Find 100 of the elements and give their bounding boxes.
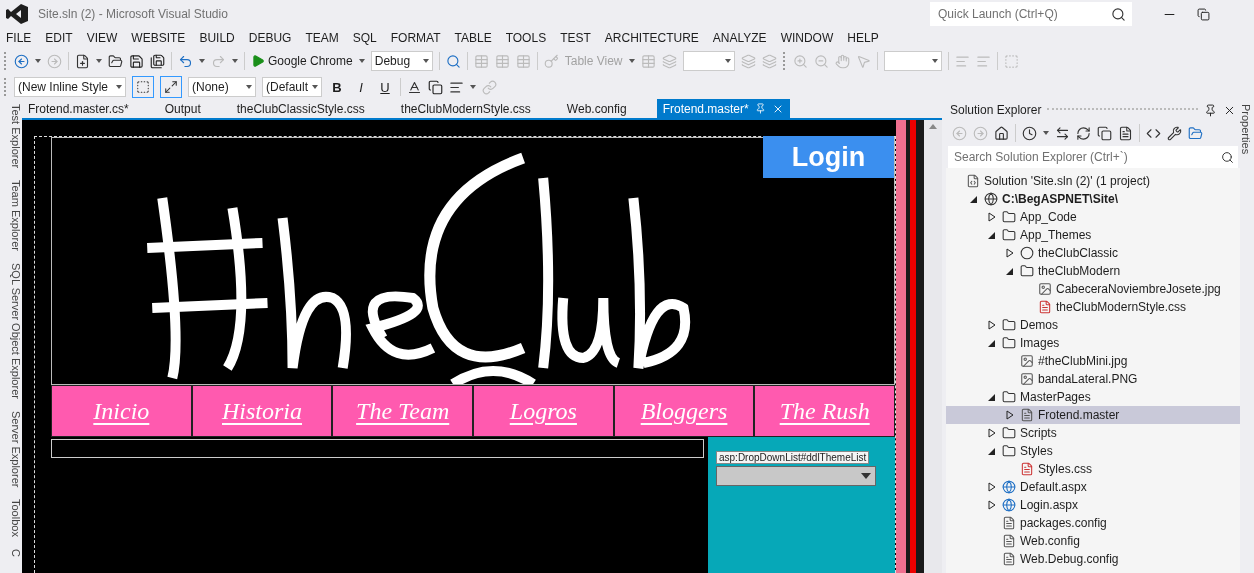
align-icon[interactable] xyxy=(449,79,464,95)
document-tab[interactable]: theClubClassicStyle.css xyxy=(230,99,371,118)
save-icon[interactable] xyxy=(129,53,144,69)
side-tab[interactable]: Toolbox xyxy=(0,499,22,538)
collapsed-arrow-icon[interactable] xyxy=(988,500,996,510)
tree-item[interactable]: App_Code xyxy=(946,208,1240,226)
refresh-icon[interactable] xyxy=(1076,125,1091,141)
collapsed-arrow-icon[interactable] xyxy=(988,320,996,330)
back-icon[interactable] xyxy=(14,53,29,69)
search-icon[interactable] xyxy=(1221,150,1234,164)
expanded-arrow-icon[interactable] xyxy=(988,392,996,402)
tree-item[interactable]: Login.aspx xyxy=(946,496,1240,514)
menu-item[interactable]: ANALYZE xyxy=(708,31,777,45)
open-icon[interactable] xyxy=(108,53,123,69)
expanded-arrow-icon[interactable] xyxy=(970,194,978,204)
scrollbar[interactable] xyxy=(924,120,942,573)
menu-item[interactable]: BUILD xyxy=(195,31,245,45)
tree-item[interactable]: App_Themes xyxy=(946,226,1240,244)
menu-item[interactable]: WINDOW xyxy=(776,31,844,45)
side-tab[interactable]: Team Explorer xyxy=(0,180,22,252)
document-tab[interactable]: Output xyxy=(158,99,207,118)
document-tab[interactable]: theClubModernStyle.css xyxy=(394,99,537,118)
quick-launch-field[interactable]: Quick Launch (Ctrl+Q) xyxy=(930,2,1132,26)
tree-item[interactable]: C:\BegASPNET\Site\ xyxy=(946,190,1240,208)
save-all-icon[interactable] xyxy=(150,53,165,69)
side-tab[interactable]: Properties xyxy=(1240,104,1252,573)
undo-icon[interactable] xyxy=(178,53,193,69)
menu-item[interactable]: VIEW xyxy=(82,31,128,45)
document-tab[interactable]: Web.config xyxy=(560,99,633,118)
side-tab[interactable]: C xyxy=(0,549,22,558)
toggle-button[interactable] xyxy=(160,76,182,98)
tree-item[interactable]: packages.config xyxy=(946,514,1240,532)
tree-item[interactable]: Web.config xyxy=(946,532,1240,550)
tree-item[interactable]: CabeceraNoviembreJosete.jpg xyxy=(946,280,1240,298)
menu-item[interactable]: TABLE xyxy=(450,31,502,45)
font-color-icon[interactable] xyxy=(407,79,422,95)
underline-button[interactable]: U xyxy=(376,79,394,95)
side-tab[interactable]: Test Explorer xyxy=(0,104,22,169)
history-icon[interactable] xyxy=(1022,125,1037,141)
style-dropdown[interactable]: (New Inline Style xyxy=(14,77,126,97)
configuration-dropdown[interactable]: Debug xyxy=(370,51,433,71)
menu-item[interactable]: WEBSITE xyxy=(127,31,196,45)
document-tab[interactable]: Frotend.master* xyxy=(656,99,790,118)
collapsed-arrow-icon[interactable] xyxy=(1006,248,1014,258)
tree-item[interactable]: Demos xyxy=(946,316,1240,334)
menu-item[interactable]: DEBUG xyxy=(244,31,302,45)
properties-icon[interactable] xyxy=(1167,125,1182,141)
find-icon[interactable] xyxy=(445,53,461,69)
expanded-arrow-icon[interactable] xyxy=(988,446,996,456)
tree-item[interactable]: Solution 'Site.sln (2)' (1 project) xyxy=(946,172,1240,190)
tree-item[interactable]: Styles xyxy=(946,442,1240,460)
pin-icon[interactable] xyxy=(754,103,766,114)
search-icon[interactable] xyxy=(1111,6,1126,22)
menu-item[interactable]: EDIT xyxy=(41,31,83,45)
collapse-all-icon[interactable] xyxy=(1097,125,1112,141)
home-icon[interactable] xyxy=(994,125,1009,141)
menu-item[interactable]: FILE xyxy=(2,31,42,45)
tree-item[interactable]: Scripts xyxy=(946,424,1240,442)
theme-dropdown[interactable] xyxy=(716,466,876,486)
side-tab[interactable]: Server Explorer xyxy=(0,411,22,488)
pin-icon[interactable] xyxy=(1204,103,1217,117)
bold-button[interactable]: B xyxy=(328,79,346,95)
collapsed-arrow-icon[interactable] xyxy=(988,428,996,438)
start-button[interactable]: Google Chrome xyxy=(251,54,353,68)
tree-item[interactable]: Default.aspx xyxy=(946,478,1240,496)
scroll-up-icon[interactable] xyxy=(929,124,937,129)
side-tab[interactable]: SQL Server Object Explorer xyxy=(0,263,22,400)
tree-item[interactable]: Web.Debug.config xyxy=(946,550,1240,568)
font-dropdown[interactable]: (Default xyxy=(262,77,322,97)
expanded-arrow-icon[interactable] xyxy=(988,230,996,240)
quick-launch-input[interactable]: Quick Launch (Ctrl+Q) xyxy=(936,6,1111,22)
expanded-arrow-icon[interactable] xyxy=(1006,266,1014,276)
tree-item[interactable]: theClubModern xyxy=(946,262,1240,280)
menu-item[interactable]: HELP xyxy=(843,31,889,45)
collapsed-arrow-icon[interactable] xyxy=(988,212,996,222)
toggle-button[interactable] xyxy=(132,76,154,98)
tree-item[interactable]: theClubClassic xyxy=(946,244,1240,262)
menu-item[interactable]: TEAM xyxy=(301,31,349,45)
collapsed-arrow-icon[interactable] xyxy=(988,482,996,492)
sync-icon[interactable] xyxy=(1055,125,1070,141)
collapsed-arrow-icon[interactable] xyxy=(1006,410,1014,420)
document-tab[interactable]: Frotend.master.cs* xyxy=(22,99,135,118)
tree-item[interactable]: #theClubMini.jpg xyxy=(946,352,1240,370)
tree-item[interactable]: Frotend.master xyxy=(946,406,1240,424)
menu-item[interactable]: TEST xyxy=(556,31,601,45)
search-input[interactable]: Search Solution Explorer (Ctrl+`) xyxy=(952,149,1221,165)
menu-item[interactable]: FORMAT xyxy=(386,31,451,45)
menu-item[interactable]: ARCHITECTURE xyxy=(600,31,709,45)
target-rule-dropdown[interactable]: (None) xyxy=(188,77,256,97)
search-field[interactable]: Search Solution Explorer (Ctrl+`) xyxy=(948,146,1238,168)
tree-item[interactable]: theClubModernStyle.css xyxy=(946,298,1240,316)
tree-item[interactable]: bandaLateral.PNG xyxy=(946,370,1240,388)
new-project-icon[interactable] xyxy=(75,53,90,69)
italic-button[interactable]: I xyxy=(352,79,370,95)
menu-item[interactable]: SQL xyxy=(348,31,387,45)
restore-icon[interactable] xyxy=(1196,7,1210,21)
tree-item[interactable]: Images xyxy=(946,334,1240,352)
tree-item[interactable]: MasterPages xyxy=(946,388,1240,406)
menu-item[interactable]: TOOLS xyxy=(501,31,557,45)
expanded-arrow-icon[interactable] xyxy=(988,338,996,348)
